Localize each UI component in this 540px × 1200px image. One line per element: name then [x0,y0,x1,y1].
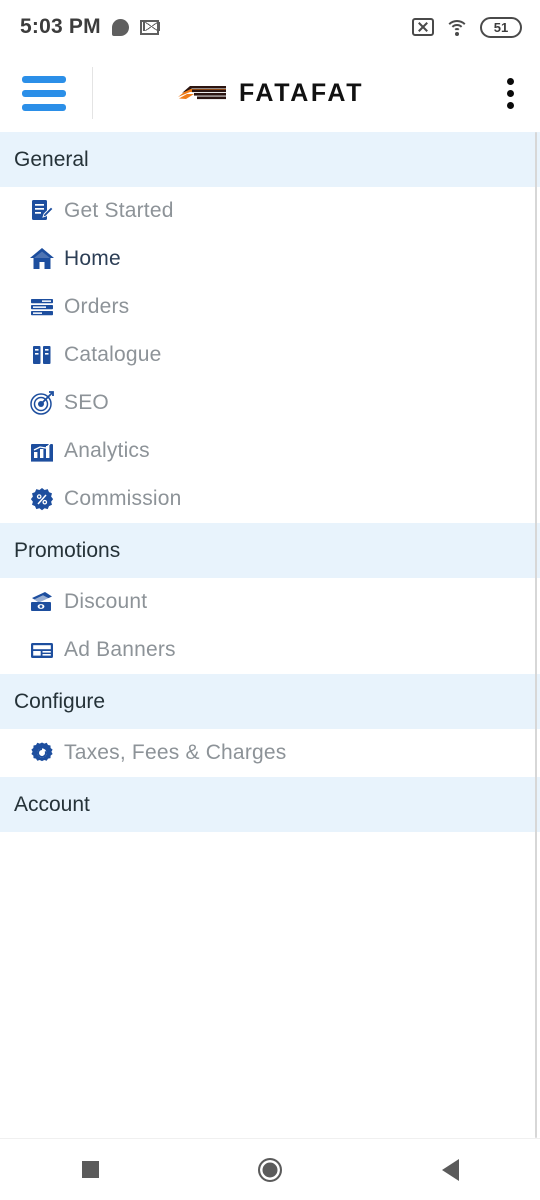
triangle-left-icon [441,1158,459,1181]
sidebar-item-ad-banners[interactable]: Ad Banners [0,626,540,674]
sidebar-item-taxes-fees-charges[interactable]: Taxes, Fees & Charges [0,729,540,777]
sidebar-item-analytics[interactable]: Analytics [0,427,540,475]
no-sim-icon [412,18,434,36]
sidebar-item-label: Orders [64,295,130,318]
section-header-promotions: Promotions [0,523,540,578]
sidebar-item-label: Ad Banners [64,638,176,661]
sidebar-item-label: Commission [64,487,182,510]
wifi-icon [445,18,469,36]
sidebar-item-label: Home [64,247,121,270]
gmail-icon [139,19,159,35]
document-edit-icon [20,198,64,224]
sidebar-item-label: Analytics [64,439,150,462]
money-icon [20,589,64,615]
square-icon [81,1161,99,1178]
sidebar-item-label: SEO [64,391,109,414]
home-icon [20,246,64,272]
brand-logo: FATAFAT [0,79,540,108]
percent-badge-icon [20,486,64,512]
sidebar-item-home[interactable]: Home [0,235,540,283]
navigation-drawer: General Get Started Home Orders Catalogu… [0,132,540,1138]
sidebar-item-label: Get Started [64,199,174,222]
drawer-empty-area [0,832,540,1132]
chat-bubble-icon [111,18,129,36]
phone-screen: 5:03 PM 51 FATAFAT General Get Started H… [0,0,540,1200]
app-bar-divider [92,67,93,119]
sidebar-item-get-started[interactable]: Get Started [0,187,540,235]
sidebar-item-commission[interactable]: Commission [0,475,540,523]
status-bar-left: 5:03 PM [20,15,159,39]
section-header-general: General [0,132,540,187]
drawer-scrollbar[interactable] [535,132,537,1138]
orders-list-icon [20,294,64,320]
catalogue-icon [20,342,64,368]
battery-icon: 51 [480,16,522,38]
app-bar: FATAFAT [0,54,540,132]
brand-name: FATAFAT [238,78,365,107]
status-bar: 5:03 PM 51 [0,0,540,54]
android-navigation-bar [0,1138,540,1200]
hamburger-menu-icon[interactable] [22,75,66,111]
circle-icon [258,1157,282,1182]
sidebar-item-catalogue[interactable]: Catalogue [0,331,540,379]
recents-button[interactable] [45,1139,135,1200]
status-bar-clock: 5:03 PM [20,15,101,38]
sidebar-item-label: Discount [64,590,148,613]
status-bar-right: 51 [412,16,522,38]
sidebar-item-discount[interactable]: Discount [0,578,540,626]
sidebar-item-label: Catalogue [64,343,162,366]
fatafat-logo-mark [177,86,226,100]
sidebar-item-orders[interactable]: Orders [0,283,540,331]
home-button[interactable] [225,1139,315,1200]
gear-icon [20,740,64,766]
ad-banner-icon [20,637,64,663]
sidebar-item-label: Taxes, Fees & Charges [64,741,287,764]
target-icon [20,390,64,416]
back-button[interactable] [405,1139,495,1200]
sidebar-item-seo[interactable]: SEO [0,379,540,427]
bar-chart-icon [20,438,64,464]
section-header-configure: Configure [0,674,540,729]
kebab-menu-icon[interactable] [507,77,514,109]
section-header-account: Account [0,777,540,832]
